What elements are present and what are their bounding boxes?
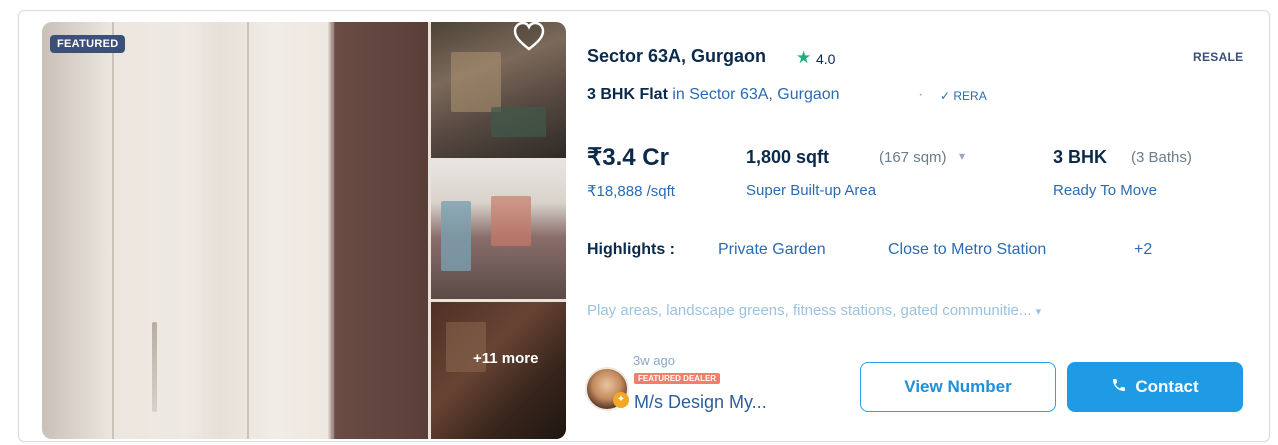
highlight-item: Private Garden [718, 241, 826, 258]
highlight-item: Close to Metro Station [888, 241, 1047, 258]
contact-label: Contact [1135, 377, 1199, 396]
area-sqm: (167 sqm) [879, 149, 947, 166]
featured-badge: FEATURED [50, 35, 126, 53]
rating-value: 4.0 [816, 51, 836, 67]
photo-detail [247, 22, 249, 439]
photo-detail [441, 201, 471, 271]
price-total: ₹3.4 Cr [587, 144, 669, 171]
photo-gallery[interactable]: FEATURED +11 more [42, 22, 566, 439]
chevron-down-icon[interactable]: ▾ [1036, 306, 1042, 318]
area-value: 1,800 sqft [746, 147, 830, 167]
dealer-name[interactable]: M/s Design My... [634, 392, 767, 413]
highlights-title: Highlights : [587, 241, 675, 258]
description-body: Play areas, landscape greens, fitness st… [587, 302, 1036, 319]
possession-status: Ready To Move [1053, 182, 1157, 199]
subtitle-location: in Sector 63A, Gurgaon [667, 86, 840, 103]
photo-detail [451, 52, 501, 112]
area-label: Super Built-up Area [746, 182, 877, 199]
phone-icon [1111, 377, 1127, 398]
more-photos-label[interactable]: +11 more [473, 350, 538, 367]
price-per-sqft: ₹18,888 /sqft [587, 183, 675, 200]
star-icon: ★ [796, 48, 812, 67]
photo-detail [491, 107, 546, 137]
photo-detail [152, 322, 157, 412]
thumbnail-2[interactable] [431, 161, 566, 299]
photo-detail [491, 196, 531, 246]
photo-detail [332, 22, 334, 439]
posted-time: 3w ago [633, 353, 675, 368]
property-title[interactable]: Sector 63A, Gurgaon [587, 46, 766, 67]
baths-value: (3 Baths) [1131, 149, 1192, 166]
property-subtitle[interactable]: 3 BHK Flat in Sector 63A, Gurgaon [587, 86, 840, 104]
thumbnail-3[interactable]: +11 more [431, 302, 566, 439]
contact-button[interactable]: Contact [1067, 362, 1243, 412]
view-number-button[interactable]: View Number [860, 362, 1056, 412]
heart-icon[interactable] [512, 20, 546, 54]
award-icon: ✦ [613, 392, 629, 408]
subtitle-type: 3 BHK Flat [587, 86, 668, 103]
rera-badge: ✓ RERA [940, 89, 987, 103]
more-photos-overlay[interactable] [431, 302, 566, 439]
separator: · [918, 86, 924, 103]
chevron-down-icon[interactable]: ▾ [959, 149, 965, 163]
dealer-badge: FEATURED DEALER [634, 373, 721, 384]
highlights-more[interactable]: +2 [1134, 241, 1152, 259]
main-photo[interactable] [42, 22, 428, 439]
description-text[interactable]: Play areas, landscape greens, fitness st… [587, 302, 1041, 319]
listing-type-badge: RESALE [1193, 50, 1244, 64]
bhk-value: 3 BHK [1053, 147, 1108, 167]
photo-detail [112, 22, 114, 439]
